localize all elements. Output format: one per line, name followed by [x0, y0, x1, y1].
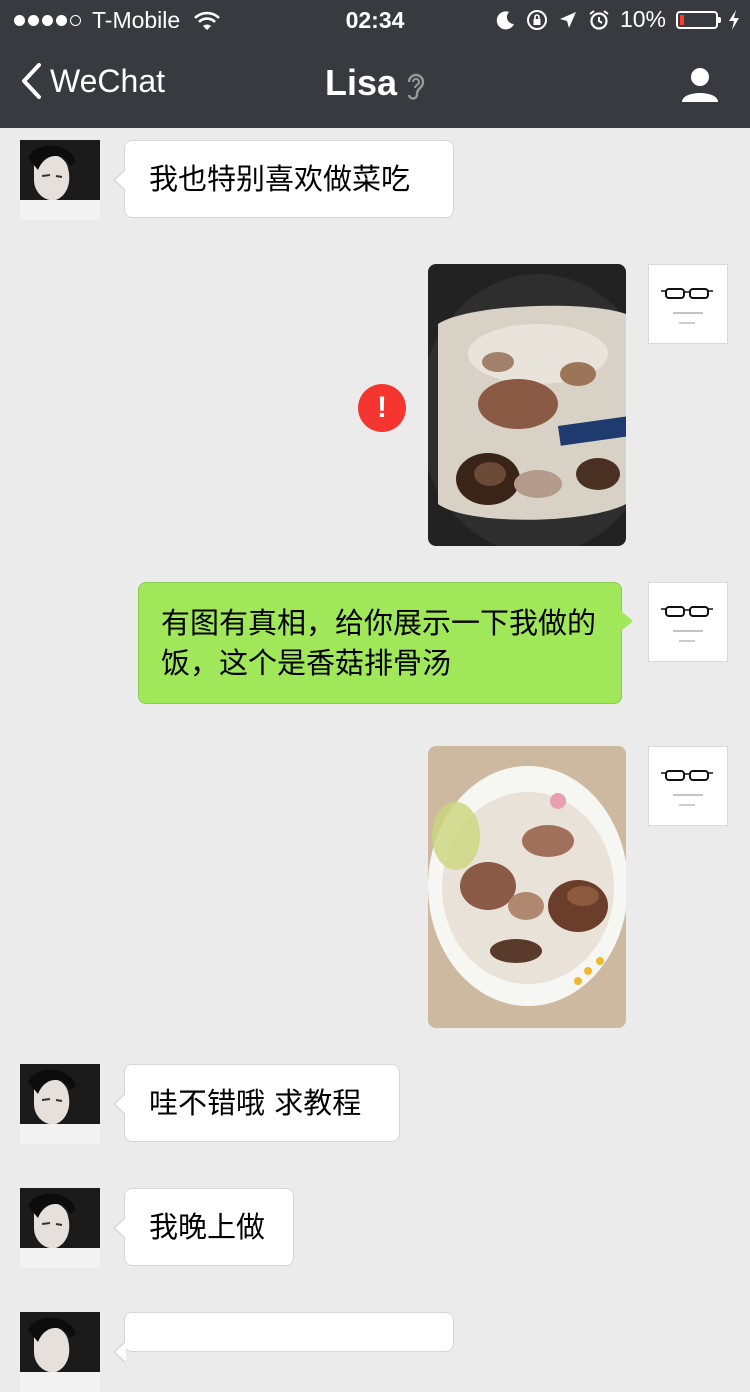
incoming-message[interactable] [113, 1312, 454, 1363]
portrait-image [20, 140, 100, 220]
outgoing-image[interactable] [428, 746, 626, 1028]
avatar[interactable] [648, 582, 728, 662]
sketch-face-image [661, 770, 713, 806]
sketch-face-image [661, 288, 713, 324]
nav-bar: WeChat Lisa [0, 40, 750, 128]
rotation-lock-icon [526, 9, 547, 30]
contact-info-button[interactable] [680, 64, 720, 108]
portrait-image [20, 1188, 100, 1268]
contact-name: Lisa [324, 62, 398, 103]
portrait-image [20, 1064, 100, 1144]
portrait-image [20, 1312, 100, 1392]
moon-icon [496, 10, 514, 29]
message-text: 哇不错哦 求教程 [149, 1086, 362, 1120]
alarm-icon [589, 9, 609, 30]
incoming-message[interactable]: 哇不错哦 求教程 [113, 1064, 400, 1142]
message-text: 我晚上做 [149, 1210, 266, 1244]
battery-icon [676, 10, 721, 29]
ear-icon [407, 74, 425, 101]
avatar[interactable] [20, 140, 100, 220]
avatar[interactable] [648, 264, 728, 344]
message-text: 我也特别喜欢做菜吃 [149, 162, 411, 196]
avatar[interactable] [20, 1188, 100, 1268]
person-icon [682, 68, 718, 102]
message-text: 有图有真相，给你展示一下我做的饭，这个是香菇排骨汤 [161, 606, 597, 680]
avatar[interactable] [20, 1064, 100, 1144]
sketch-face-image [661, 606, 713, 642]
incoming-message[interactable]: 我晚上做 [113, 1188, 294, 1266]
chat-area[interactable]: 我也特别喜欢做菜吃 ! 有图有真相，给你展示一下我做的饭，这个是香菇排骨汤 哇不… [0, 128, 750, 1392]
soup-bowl-image [428, 746, 626, 1028]
avatar[interactable] [20, 1312, 100, 1392]
outgoing-message[interactable]: 有图有真相，给你展示一下我做的饭，这个是香菇排骨汤 [138, 582, 633, 704]
soup-pot-image [428, 264, 626, 546]
incoming-message[interactable]: 我也特别喜欢做菜吃 [113, 140, 454, 218]
battery-percent: 10% [619, 6, 666, 32]
location-icon [559, 11, 576, 28]
send-failed-icon[interactable]: ! [358, 384, 406, 432]
avatar[interactable] [648, 746, 728, 826]
charging-bolt-icon [729, 9, 739, 30]
top-bar: T-Mobile 02:34 10% WeChat Lisa [0, 0, 750, 128]
status-right: 10% [496, 6, 740, 33]
chat-title: Lisa [0, 62, 750, 104]
status-bar: T-Mobile 02:34 10% [0, 0, 750, 40]
outgoing-image[interactable] [428, 264, 626, 546]
